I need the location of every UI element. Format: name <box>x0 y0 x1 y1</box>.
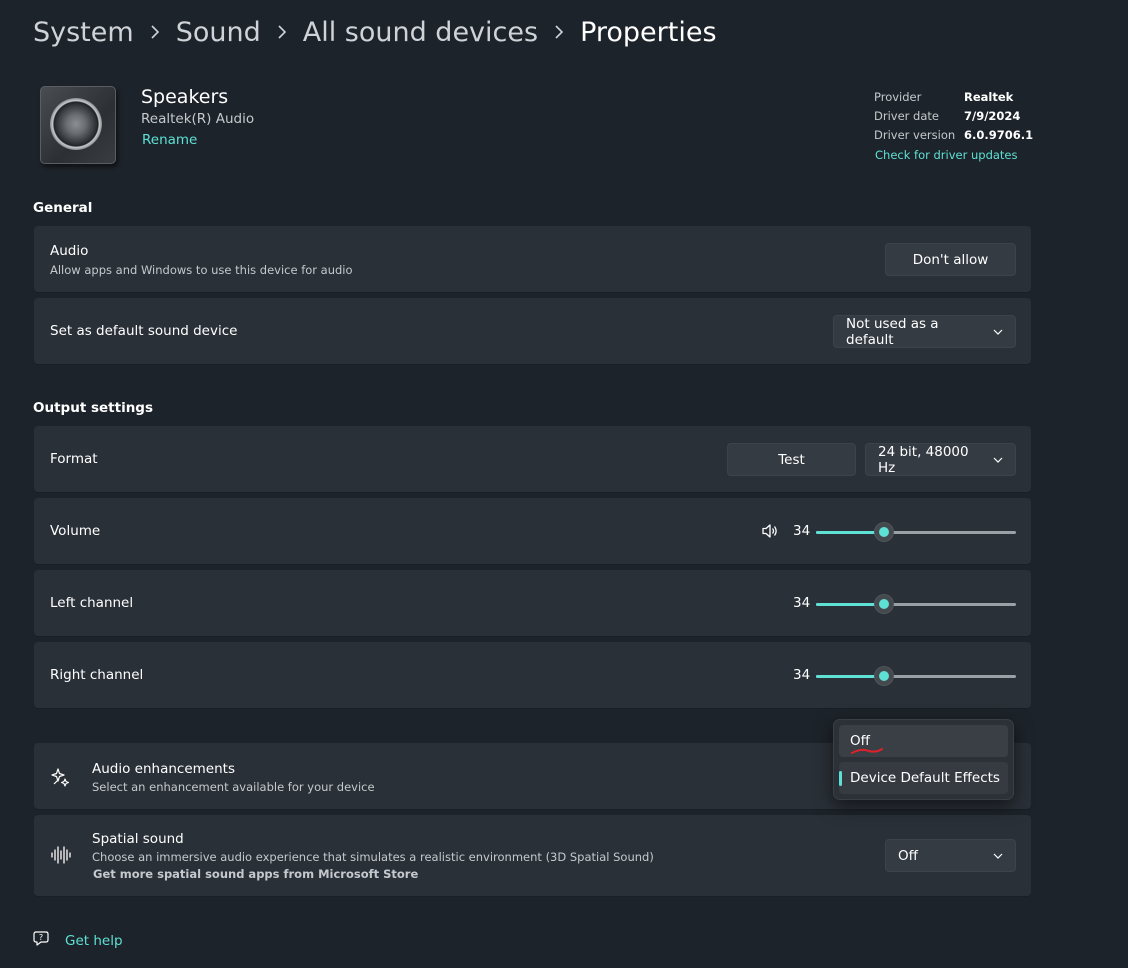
right-channel-slider-fill <box>816 675 884 678</box>
driver-version-label: Driver version <box>874 128 956 142</box>
left-channel-slider[interactable] <box>816 594 1016 614</box>
breadcrumb-sound[interactable]: Sound <box>176 17 261 48</box>
sparkle-effects-icon <box>50 766 72 792</box>
right-channel-slider-thumb[interactable] <box>875 667 893 685</box>
left-channel-slider-fill <box>816 603 884 606</box>
left-channel-slider-thumb[interactable] <box>875 595 893 613</box>
default-device-card: Set as default sound device Not used as … <box>34 298 1031 364</box>
left-channel-title: Left channel <box>50 595 134 611</box>
check-driver-updates-link[interactable]: Check for driver updates <box>875 148 1018 162</box>
default-device-title: Set as default sound device <box>50 323 238 339</box>
spatial-sound-description: Choose an immersive audio experience tha… <box>92 850 654 864</box>
speaker-volume-icon[interactable] <box>761 522 779 544</box>
format-selected: 24 bit, 48000 Hz <box>878 443 969 476</box>
svg-text:?: ? <box>39 933 43 942</box>
volume-slider-thumb[interactable] <box>875 523 893 541</box>
menu-option-off[interactable]: Off <box>839 725 1008 757</box>
section-title-output: Output settings <box>33 400 154 416</box>
driver-date-value: 7/9/2024 <box>964 109 1021 123</box>
spatial-sound-store-link[interactable]: Get more spatial sound apps from Microso… <box>93 867 418 881</box>
audio-card: Audio Allow apps and Windows to use this… <box>34 226 1031 292</box>
help-chat-icon: ? <box>33 930 51 952</box>
get-help-link[interactable]: Get help <box>65 933 123 949</box>
chevron-down-icon <box>993 457 1003 463</box>
audio-enhancements-dropdown-menu: Off Device Default Effects <box>833 719 1014 800</box>
chevron-right-icon <box>150 24 160 40</box>
volume-slider-fill <box>816 531 884 534</box>
volume-value: 34 <box>793 523 811 539</box>
driver-date-label: Driver date <box>874 109 939 123</box>
red-underline-annotation <box>851 748 883 754</box>
default-device-dropdown[interactable]: Not used as a default <box>833 315 1016 348</box>
rename-link[interactable]: Rename <box>142 132 197 148</box>
speaker-device-icon <box>40 86 116 164</box>
volume-card: Volume 34 <box>34 498 1031 564</box>
dont-allow-button[interactable]: Don't allow <box>885 243 1016 276</box>
page-title: Properties <box>580 16 717 48</box>
spatial-sound-title: Spatial sound <box>92 831 184 847</box>
provider-value: Realtek <box>964 90 1014 104</box>
chevron-right-icon <box>554 24 564 40</box>
spatial-sound-dropdown[interactable]: Off <box>885 839 1016 872</box>
right-channel-card: Right channel 34 <box>34 642 1031 708</box>
breadcrumb: System Sound All sound devices Propertie… <box>33 12 717 52</box>
device-subtitle: Realtek(R) Audio <box>141 111 255 127</box>
menu-option-device-default-effects-label: Device Default Effects <box>850 770 1000 786</box>
audio-description: Allow apps and Windows to use this devic… <box>50 263 353 277</box>
provider-label: Provider <box>874 90 922 104</box>
section-title-general: General <box>33 200 93 216</box>
format-dropdown[interactable]: 24 bit, 48000 Hz <box>865 443 1016 476</box>
device-name: Speakers <box>141 86 229 108</box>
breadcrumb-all-sound-devices[interactable]: All sound devices <box>303 17 538 48</box>
test-button[interactable]: Test <box>727 443 856 476</box>
right-channel-value: 34 <box>793 667 811 683</box>
sound-wave-icon <box>50 845 72 869</box>
selection-indicator <box>839 771 842 786</box>
left-channel-card: Left channel 34 <box>34 570 1031 636</box>
driver-version-value: 6.0.9706.1 <box>964 128 1034 142</box>
default-device-selected: Not used as a default <box>846 315 939 348</box>
spatial-sound-card: Spatial sound Choose an immersive audio … <box>34 815 1031 896</box>
audio-enhancements-description: Select an enhancement available for your… <box>92 780 375 794</box>
format-title: Format <box>50 451 98 467</box>
right-channel-title: Right channel <box>50 667 144 683</box>
menu-option-device-default-effects[interactable]: Device Default Effects <box>839 762 1008 794</box>
volume-title: Volume <box>50 523 101 539</box>
format-card: Format Test 24 bit, 48000 Hz <box>34 426 1031 492</box>
audio-title: Audio <box>50 243 89 259</box>
chevron-down-icon <box>993 853 1003 859</box>
chevron-right-icon <box>277 24 287 40</box>
breadcrumb-system[interactable]: System <box>33 17 134 48</box>
left-channel-value: 34 <box>793 595 811 611</box>
right-channel-slider[interactable] <box>816 666 1016 686</box>
audio-enhancements-title: Audio enhancements <box>92 761 235 777</box>
get-help-row[interactable]: ? Get help <box>33 930 123 952</box>
volume-slider[interactable] <box>816 522 1016 542</box>
chevron-down-icon <box>993 329 1003 335</box>
spatial-sound-selected: Off <box>898 847 918 864</box>
